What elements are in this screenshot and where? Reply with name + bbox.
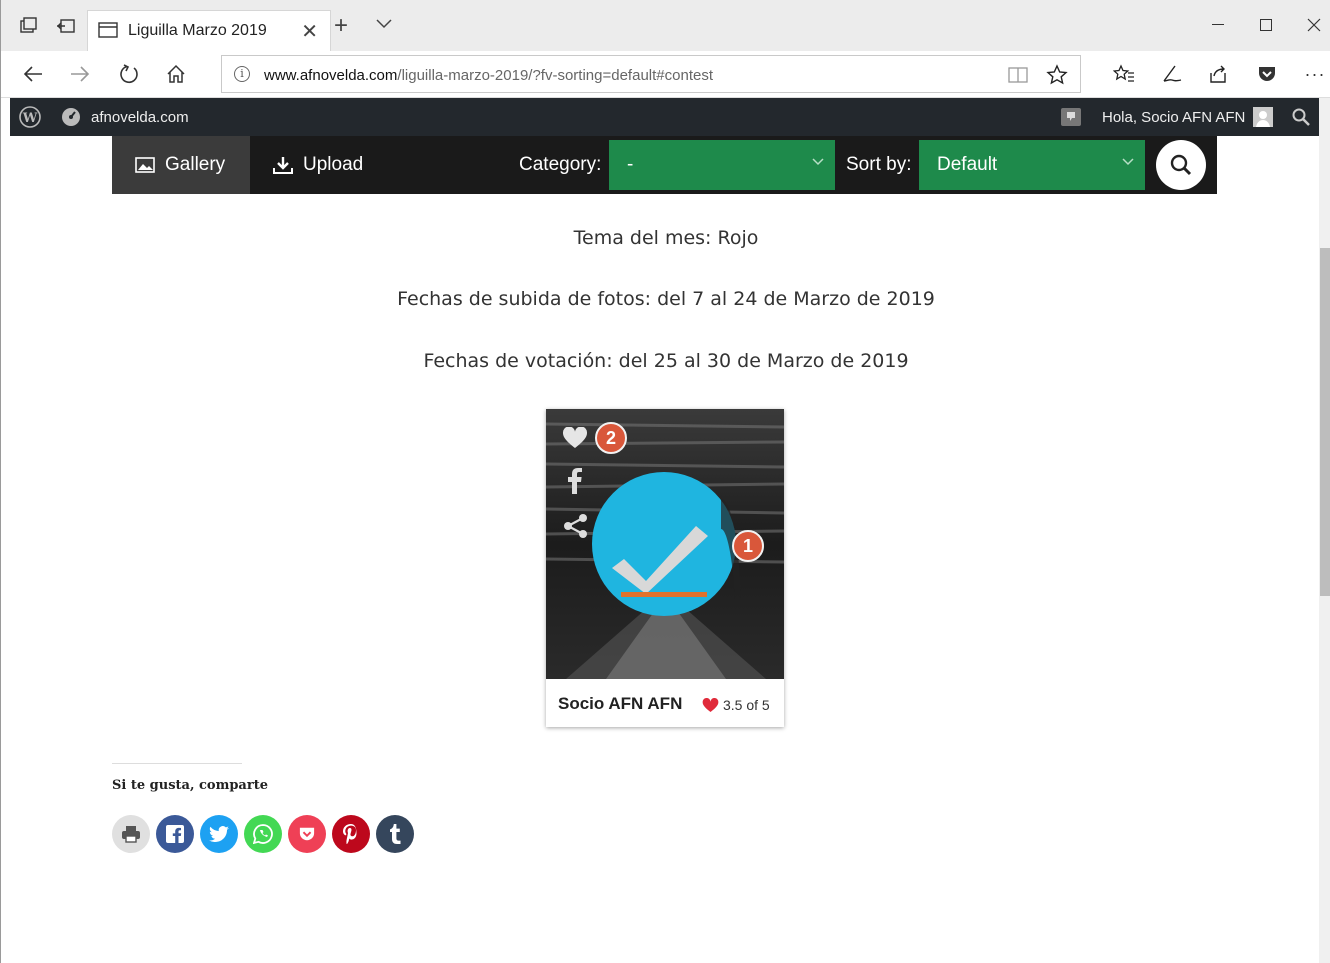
category-select[interactable]: -: [609, 140, 835, 190]
site-name[interactable]: afnovelda.com: [91, 109, 189, 126]
maximize-icon[interactable]: [1243, 10, 1289, 40]
back-icon[interactable]: [17, 60, 49, 88]
gallery-label: Gallery: [165, 154, 226, 175]
close-tab-icon[interactable]: ✕: [301, 19, 318, 44]
photo-card[interactable]: 2 1 Socio AFN AFN 3.5 of 5: [546, 409, 784, 727]
theme-line: Tema del mes: Rojo: [573, 227, 759, 249]
new-tab-icon[interactable]: +: [334, 14, 348, 38]
more-icon[interactable]: ···: [1299, 60, 1330, 88]
category-label: Category:: [519, 154, 602, 175]
tab-upload[interactable]: Upload: [250, 136, 390, 194]
comments-icon[interactable]: [1060, 107, 1082, 132]
pocket-share-button[interactable]: [288, 815, 326, 853]
pocket-icon[interactable]: [1251, 60, 1283, 88]
print-button[interactable]: [112, 815, 150, 853]
reading-view-icon[interactable]: [1008, 66, 1028, 89]
tumblr-share-button[interactable]: [376, 815, 414, 853]
search-icon[interactable]: [1291, 107, 1311, 132]
chevron-down-icon[interactable]: [375, 14, 393, 37]
upload-icon: [273, 156, 293, 174]
like-count-badge: 2: [595, 422, 627, 454]
sort-label: Sort by:: [846, 154, 912, 175]
gallery-toolbar: Gallery Upload Category: - Sort by: Defa…: [112, 136, 1217, 194]
vote-dates: Fechas de votación: del 25 al 30 de Marz…: [423, 350, 909, 372]
pinterest-icon: [343, 824, 357, 844]
wordpress-logo-icon[interactable]: W: [19, 106, 41, 133]
twitter-icon: [209, 826, 229, 842]
tab-gallery[interactable]: Gallery: [112, 136, 250, 194]
heart-icon: [702, 697, 719, 712]
chevron-down-icon: [811, 154, 825, 171]
page-icon: [98, 22, 118, 43]
address-bar[interactable]: i www.afnovelda.com/liguilla-marzo-2019/…: [221, 55, 1081, 93]
wp-admin-bar: W afnovelda.com Hola, Socio AFN AFN: [10, 98, 1321, 136]
forward-icon[interactable]: [64, 60, 96, 88]
favorite-star-icon[interactable]: [1046, 64, 1068, 91]
facebook-icon: [166, 825, 184, 843]
twitter-share-button[interactable]: [200, 815, 238, 853]
pocket-icon: [299, 827, 315, 841]
photo-author[interactable]: Socio AFN AFN: [558, 694, 682, 714]
share-icon[interactable]: [1202, 60, 1234, 88]
share-title: Si te gusta, comparte: [112, 778, 268, 793]
pen-icon[interactable]: [1156, 60, 1188, 88]
contest-photo[interactable]: 2 1: [546, 409, 784, 679]
tab-strip: Liguilla Marzo 2019 ✕ +: [1, 0, 1330, 51]
share-icon[interactable]: [563, 513, 589, 544]
user-greeting[interactable]: Hola, Socio AFN AFN: [1102, 109, 1245, 126]
whatsapp-icon: [253, 824, 273, 844]
browser-window: Liguilla Marzo 2019 ✕ + i www.afnovelda.…: [0, 0, 1330, 963]
facebook-share-button[interactable]: [156, 815, 194, 853]
whatsapp-share-button[interactable]: [244, 815, 282, 853]
heart-icon[interactable]: [562, 426, 588, 454]
facebook-icon[interactable]: [568, 468, 582, 499]
avatar[interactable]: [1253, 107, 1273, 132]
minimize-icon[interactable]: [1195, 10, 1241, 40]
rating-text: 3.5 of 5: [723, 697, 770, 713]
sort-select[interactable]: Default: [919, 140, 1145, 190]
photo-badge: 1: [732, 530, 764, 562]
upload-label: Upload: [303, 154, 364, 175]
print-icon: [122, 826, 140, 843]
sort-value: Default: [937, 154, 998, 175]
pinterest-share-button[interactable]: [332, 815, 370, 853]
close-window-icon[interactable]: [1291, 10, 1330, 40]
photo-rating: 3.5 of 5: [702, 697, 770, 713]
tab-title: Liguilla Marzo 2019: [128, 22, 267, 39]
refresh-icon[interactable]: [113, 60, 145, 88]
set-aside-tabs-icon[interactable]: [51, 12, 81, 40]
tab-active[interactable]: Liguilla Marzo 2019 ✕: [87, 10, 331, 51]
dashboard-icon[interactable]: [61, 107, 81, 132]
tumblr-icon: [390, 824, 401, 844]
chevron-down-icon: [1121, 154, 1135, 171]
site-info-icon[interactable]: i: [234, 66, 250, 82]
tab-actions-icon[interactable]: [13, 12, 43, 40]
search-icon: [1170, 154, 1192, 176]
category-value: -: [627, 154, 634, 175]
upload-dates: Fechas de subida de fotos: del 7 al 24 d…: [397, 288, 935, 310]
favorites-icon[interactable]: [1108, 60, 1140, 88]
image-icon: [135, 157, 155, 173]
navigation-bar: i www.afnovelda.com/liguilla-marzo-2019/…: [1, 51, 1330, 98]
gallery-search-button[interactable]: [1156, 140, 1206, 190]
url-text[interactable]: www.afnovelda.com/liguilla-marzo-2019/?f…: [264, 67, 713, 84]
divider: [112, 763, 242, 764]
svg-text:W: W: [22, 111, 38, 126]
home-icon[interactable]: [160, 60, 192, 88]
